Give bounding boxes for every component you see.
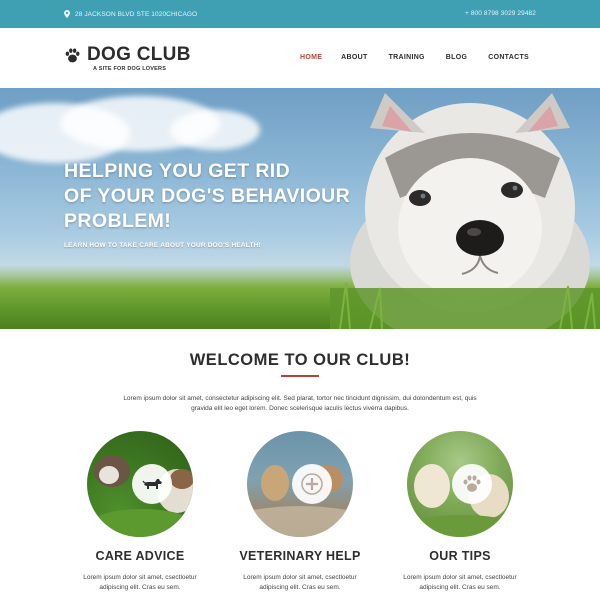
site-header: DOG CLUB A SITE FOR DOG LOVERS HOME ABOU… [0,28,600,88]
nav-about[interactable]: ABOUT [341,54,367,61]
welcome-title: WELCOME TO OUR CLUB! [189,351,411,369]
top-info-bar: 28 JACKSON BLVD STE 1020CHICAGO + 800 87… [0,0,600,28]
nav-training[interactable]: TRAINING [389,54,425,61]
nav-blog[interactable]: BLOG [446,54,467,61]
cloud [170,110,260,150]
our-tips-badge [452,464,492,504]
plus-icon [301,473,323,495]
feature-title: CARE ADVICE [95,549,185,563]
feature-text: Lorem ipsum dolor sit amet, csectloetur … [83,574,197,591]
location-pin-icon [64,10,70,18]
logo[interactable]: DOG CLUB A SITE FOR DOG LOVERS [64,45,191,72]
hero-text: HELPING YOU GET RID OF YOUR DOG'S BEHAVI… [64,159,350,249]
care-advice-image[interactable] [87,431,193,537]
dog-icon [142,479,162,489]
veterinary-help-image[interactable] [247,431,353,537]
feature-text: Lorem ipsum dolor sit amet, csectloetur … [403,574,517,591]
veterinary-help-badge [292,464,332,504]
paw-icon [65,48,80,63]
feature-text: Lorem ipsum dolor sit amet, csectloetur … [243,574,357,591]
hero-banner: HELPING YOU GET RID OF YOUR DOG'S BEHAVI… [0,88,600,329]
logo-title: DOG CLUB [87,44,191,65]
nav-home[interactable]: HOME [300,54,322,61]
puppy-image [330,93,600,329]
hero-heading: HELPING YOU GET RID OF YOUR DOG'S BEHAVI… [64,159,350,234]
welcome-text: Lorem ipsum dolor sit amet, consectetur … [123,395,477,412]
our-tips-image[interactable] [407,431,513,537]
feature-title: VETERINARY HELP [239,549,361,563]
hero-heading-line: PROBLEM! [64,210,172,232]
hero-heading-line: OF YOUR DOG'S BEHAVIOUR [64,185,351,207]
feature-title: OUR TIPS [429,549,491,563]
address: 28 JACKSON BLVD STE 1020CHICAGO [64,10,197,18]
address-text: 28 JACKSON BLVD STE 1020CHICAGO [75,10,198,18]
paw-icon [463,475,481,492]
nav-contacts[interactable]: CONTACTS [488,54,529,61]
hero-heading-line: HELPING YOU GET RID [64,160,291,182]
main-nav: HOME ABOUT TRAINING BLOG CONTACTS [300,54,529,61]
welcome-divider [281,375,319,377]
phone-number[interactable]: + 800 8798 3029 29482 [465,10,536,17]
hero-subheading: LEARN HOW TO TAKE CARE ABOUT YOUR DOG'S … [64,242,261,249]
care-advice-badge [132,464,172,504]
logo-tagline: A SITE FOR DOG LOVERS [93,66,167,72]
